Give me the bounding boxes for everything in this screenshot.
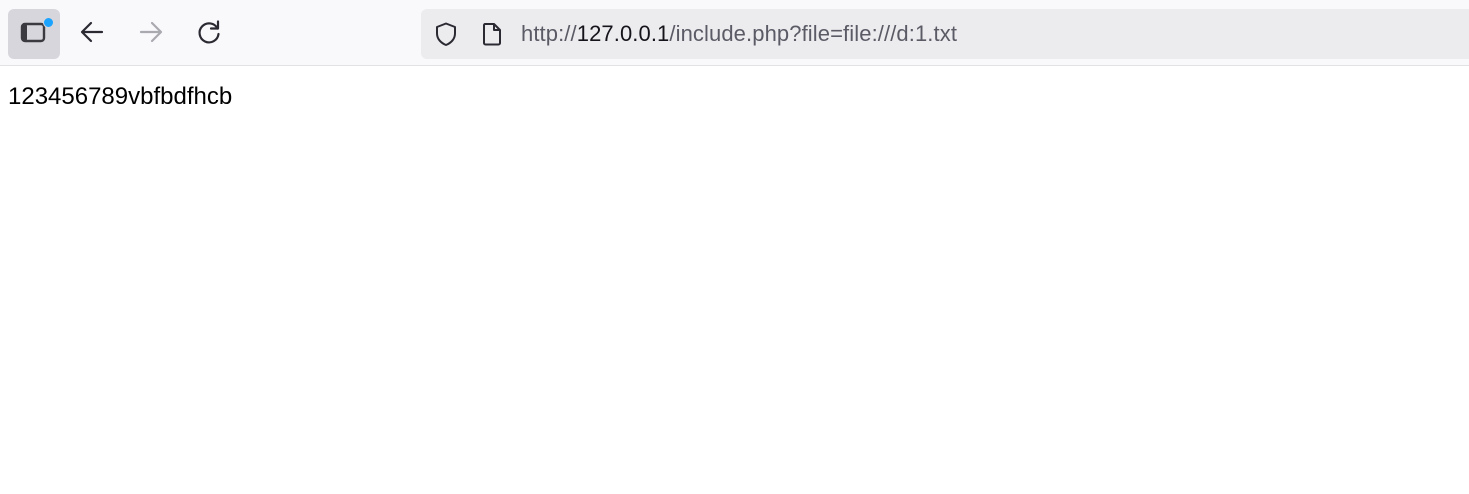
url-text[interactable]: http://127.0.0.1/include.php?file=file:/…	[521, 20, 957, 48]
arrow-left-icon	[78, 18, 106, 51]
arrow-right-icon	[137, 18, 165, 51]
back-button[interactable]	[72, 12, 112, 56]
url-path: /include.php?file=file:///d:1.txt	[669, 21, 958, 46]
page-icon[interactable]	[479, 21, 505, 47]
forward-button[interactable]	[131, 12, 171, 56]
shield-icon[interactable]	[433, 21, 459, 47]
url-scheme: http://	[521, 21, 577, 46]
reload-button[interactable]	[189, 12, 229, 56]
notification-dot	[43, 17, 54, 28]
tab-overview-button[interactable]	[8, 9, 60, 59]
page-body-text: 123456789vbfbdfhcb	[8, 83, 233, 110]
browser-toolbar: http://127.0.0.1/include.php?file=file:/…	[0, 0, 1469, 66]
url-host: 127.0.0.1	[576, 21, 670, 46]
address-bar[interactable]: http://127.0.0.1/include.php?file=file:/…	[421, 9, 1469, 59]
reload-icon	[195, 18, 223, 51]
